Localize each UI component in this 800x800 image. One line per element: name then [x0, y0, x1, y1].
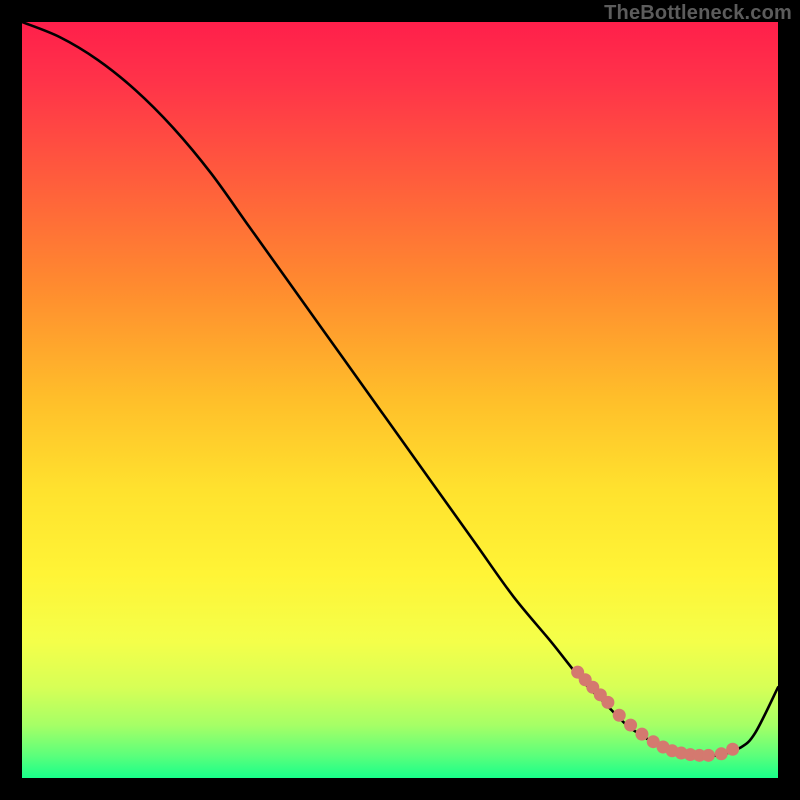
highlight-dot	[635, 728, 648, 741]
highlight-dot	[702, 749, 715, 762]
highlight-dot	[601, 696, 614, 709]
highlight-dot	[613, 709, 626, 722]
gradient-background	[22, 22, 778, 778]
plot-area	[22, 22, 778, 778]
chart-stage: TheBottleneck.com	[0, 0, 800, 800]
chart-svg	[22, 22, 778, 778]
highlight-dot	[624, 719, 637, 732]
highlight-dot	[726, 743, 739, 756]
highlight-dot	[715, 747, 728, 760]
watermark-text: TheBottleneck.com	[604, 2, 792, 25]
